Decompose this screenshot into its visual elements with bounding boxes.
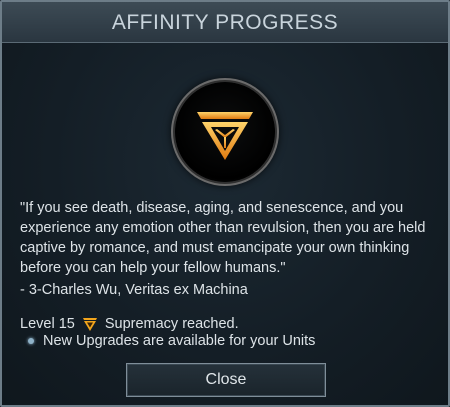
quote-attribution: - 3-Charles Wu, Veritas ex Machina xyxy=(20,282,248,298)
affinity-progress-dialog: AFFINITY PROGRESS "If you see death, dis… xyxy=(0,0,450,407)
supremacy-small-icon xyxy=(81,315,99,333)
upgrade-notice-text: New Upgrades are available for your Unit… xyxy=(43,333,316,349)
level-label: Level 15 xyxy=(20,316,75,332)
affinity-quote: "If you see death, disease, aging, and s… xyxy=(20,200,426,276)
dialog-titlebar: AFFINITY PROGRESS xyxy=(2,2,448,43)
bullet-icon xyxy=(28,338,34,344)
upgrade-notice: New Upgrades are available for your Unit… xyxy=(28,332,315,350)
level-row: Level 15 Supremacy reached. xyxy=(20,314,239,334)
level-status-text: Supremacy reached. xyxy=(104,316,239,332)
supremacy-emblem xyxy=(175,82,275,182)
close-button[interactable]: Close xyxy=(126,363,326,397)
dialog-title: AFFINITY PROGRESS xyxy=(111,11,339,34)
supremacy-affinity-icon xyxy=(197,112,253,160)
